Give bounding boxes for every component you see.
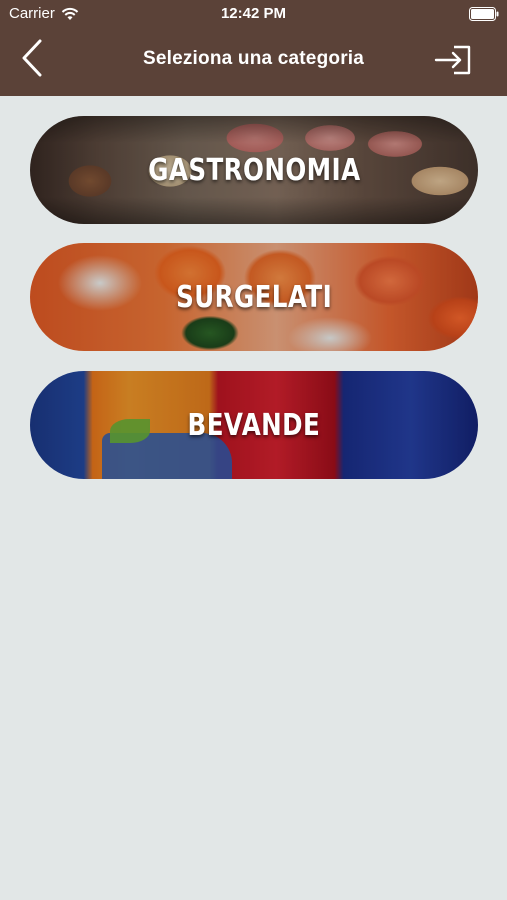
category-label: BEVANDE bbox=[187, 407, 321, 443]
login-icon bbox=[434, 45, 471, 75]
battery-icon bbox=[469, 7, 499, 21]
navigation-bar: Seleziona una categoria bbox=[0, 28, 507, 96]
category-gastronomia[interactable]: GASTRONOMIA bbox=[30, 116, 478, 224]
category-label: GASTRONOMIA bbox=[147, 152, 361, 188]
category-bevande[interactable]: BEVANDE bbox=[30, 371, 478, 479]
header: Carrier 12:42 PM Seleziona una categoria bbox=[0, 0, 507, 96]
category-label: SURGELATI bbox=[175, 279, 333, 315]
login-button[interactable] bbox=[433, 42, 473, 78]
status-time: 12:42 PM bbox=[220, 5, 287, 22]
status-bar: Carrier 12:42 PM bbox=[0, 0, 507, 28]
page-title: Seleziona una categoria bbox=[142, 48, 365, 69]
category-surgelati[interactable]: SURGELATI bbox=[30, 243, 478, 351]
